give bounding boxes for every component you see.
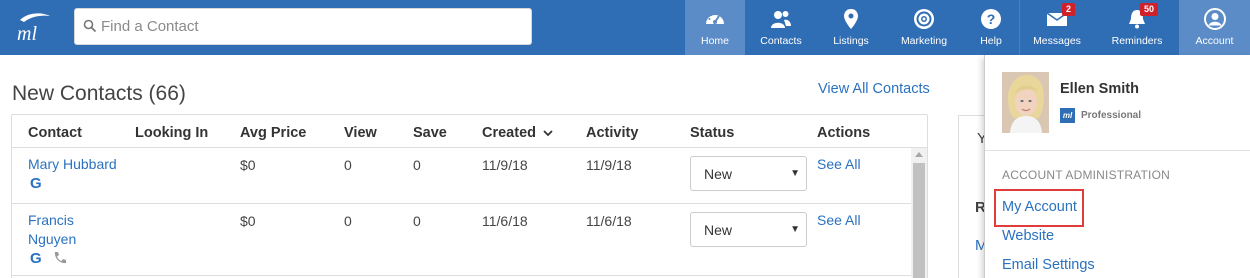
google-icon: G: [30, 175, 44, 192]
activity-date-cell: 11/6/18: [586, 213, 632, 229]
nav-account[interactable]: Account: [1179, 0, 1250, 55]
nav-divider: [1019, 0, 1020, 55]
search-icon: [83, 19, 97, 33]
contact-name-link[interactable]: Francis: [28, 212, 74, 228]
menu-item-my-account[interactable]: My Account: [1002, 199, 1077, 215]
ml-logo-icon: ml: [17, 13, 50, 45]
nav-reminders[interactable]: 50 Reminders: [1105, 0, 1169, 55]
view-count-cell: 0: [344, 213, 352, 229]
nav-listings[interactable]: Listings: [822, 0, 880, 55]
account-dropdown-menu: Ellen Smith ml Professional ACCOUNT ADMI…: [984, 55, 1250, 278]
top-navigation-bar: ml Home Contacts Listings Marketing: [0, 0, 1250, 55]
target-icon: [913, 8, 935, 30]
user-name: Ellen Smith: [1060, 81, 1139, 97]
sort-chevron-down-icon: [543, 130, 553, 137]
status-select[interactable]: New ▼: [690, 156, 807, 191]
nav-home-label: Home: [700, 35, 729, 47]
menu-item-website[interactable]: Website: [1002, 228, 1054, 244]
created-date-cell: 11/9/18: [482, 157, 528, 173]
scrollbar-thumb[interactable]: [913, 163, 925, 278]
column-header-status[interactable]: Status: [690, 125, 734, 141]
svg-text:?: ?: [987, 11, 996, 27]
header-divider: [12, 147, 927, 148]
avg-price-cell: $0: [240, 157, 256, 173]
view-all-contacts-link[interactable]: View All Contacts: [818, 81, 930, 97]
phone-icon: [52, 250, 68, 269]
dashboard-gauge-icon: [704, 8, 726, 30]
nav-contacts-label: Contacts: [760, 35, 802, 47]
svg-text:G: G: [30, 250, 42, 264]
contact-search: [74, 8, 532, 45]
envelope-icon: 2: [1046, 3, 1076, 30]
user-avatar: [1002, 72, 1049, 133]
people-icon: [770, 8, 792, 30]
nav-help[interactable]: ? Help: [967, 0, 1015, 55]
user-circle-icon: [1203, 8, 1226, 30]
menu-item-email-settings[interactable]: Email Settings: [1002, 257, 1095, 273]
status-select-value: New: [704, 222, 733, 238]
question-icon: ?: [980, 8, 1002, 30]
save-count-cell: 0: [413, 157, 421, 173]
nav-listings-label: Listings: [833, 35, 869, 47]
created-date-cell: 11/6/18: [482, 213, 528, 229]
nav-messages-label: Messages: [1033, 35, 1081, 47]
view-count-cell: 0: [344, 157, 352, 173]
see-all-link[interactable]: See All: [817, 212, 861, 228]
column-header-save[interactable]: Save: [413, 125, 447, 141]
map-pin-icon: [840, 8, 862, 30]
column-header-looking-in[interactable]: Looking In: [135, 125, 208, 141]
see-all-link[interactable]: See All: [817, 156, 861, 172]
column-header-created[interactable]: Created: [482, 125, 553, 141]
activity-date-cell: 11/9/18: [586, 157, 632, 173]
search-input[interactable]: [101, 9, 521, 44]
nav-home[interactable]: Home: [685, 0, 745, 55]
dropdown-divider: [985, 150, 1250, 151]
contact-name-link-line2[interactable]: Nguyen: [28, 231, 76, 247]
nav-marketing[interactable]: Marketing: [893, 0, 955, 55]
row-divider: [12, 203, 927, 204]
svg-text:G: G: [30, 175, 42, 189]
plan-label: Professional: [1081, 110, 1142, 121]
column-header-created-label: Created: [482, 125, 536, 141]
column-header-contact[interactable]: Contact: [28, 125, 82, 141]
caret-down-icon: ▼: [790, 168, 800, 179]
save-count-cell: 0: [413, 213, 421, 229]
nav-reminders-label: Reminders: [1111, 35, 1163, 47]
column-header-avg-price[interactable]: Avg Price: [240, 125, 306, 141]
table-scrollbar[interactable]: [911, 148, 927, 278]
nav-help-label: Help: [980, 35, 1002, 47]
bell-icon: 50: [1126, 3, 1159, 30]
google-icon: G: [30, 250, 44, 267]
plan-badge-icon: ml: [1060, 108, 1075, 123]
reminders-count-badge: 50: [1140, 3, 1159, 16]
app-logo[interactable]: ml: [14, 10, 54, 45]
row-divider: [12, 275, 927, 276]
column-header-activity[interactable]: Activity: [586, 125, 638, 141]
svg-text:ml: ml: [17, 23, 37, 44]
new-contacts-title: New Contacts (66): [12, 82, 186, 105]
avg-price-cell: $0: [240, 213, 256, 229]
messages-count-badge: 2: [1062, 3, 1076, 16]
column-header-actions: Actions: [817, 125, 871, 141]
new-contacts-table: Contact Looking In Avg Price View Save C…: [11, 114, 928, 278]
scroll-up-arrow-icon[interactable]: [915, 152, 923, 157]
nav-marketing-label: Marketing: [900, 35, 948, 47]
contact-name-link[interactable]: Mary Hubbard: [28, 156, 117, 172]
column-header-view[interactable]: View: [344, 125, 377, 141]
status-select[interactable]: New ▼: [690, 212, 807, 247]
nav-contacts[interactable]: Contacts: [751, 0, 811, 55]
account-administration-header: ACCOUNT ADMINISTRATION: [1002, 168, 1170, 182]
status-select-value: New: [704, 166, 733, 182]
nav-messages[interactable]: 2 Messages: [1025, 0, 1089, 55]
nav-account-label: Account: [1195, 35, 1234, 47]
caret-down-icon: ▼: [790, 224, 800, 235]
